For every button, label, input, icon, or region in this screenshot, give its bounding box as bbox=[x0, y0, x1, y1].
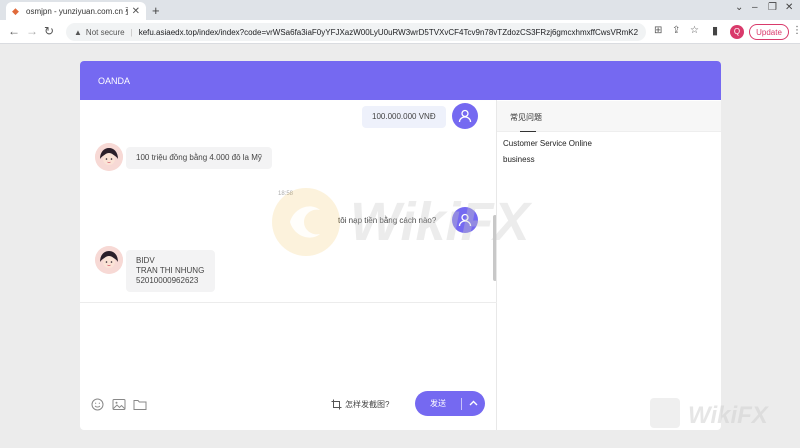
emoji-icon[interactable] bbox=[91, 398, 104, 416]
minimize-icon[interactable]: – bbox=[752, 2, 758, 13]
message-text: 100.000.000 VNĐ bbox=[372, 112, 436, 121]
chevron-down-icon[interactable]: ⌄ bbox=[735, 2, 743, 13]
screenshot-help-link[interactable]: 怎样发截图? bbox=[331, 399, 389, 410]
message-bubble-agent: 100 triệu đồng bằng 4.000 đô la Mỹ bbox=[126, 147, 272, 169]
panel-divider bbox=[496, 100, 497, 430]
message-input[interactable] bbox=[84, 306, 488, 386]
message-bubble-agent: BIDV TRAN THI NHUNG 52010000962623 bbox=[126, 250, 215, 292]
message-line: 52010000962623 bbox=[136, 276, 199, 285]
agent-face-icon bbox=[95, 143, 123, 171]
back-arrow-icon[interactable]: ← bbox=[8, 24, 20, 38]
faq-tab-underline bbox=[520, 131, 536, 132]
forward-arrow-icon[interactable]: → bbox=[26, 24, 38, 38]
browser-tab-strip: ◆ osmjpn - yunziyuan.com.cn 要影 ✕ + ⌄ – ❐… bbox=[0, 0, 800, 20]
close-tab-icon[interactable]: ✕ bbox=[132, 6, 140, 17]
address-bar[interactable]: ▲ Not secure | kefu.asiaedx.top/index/in… bbox=[66, 23, 646, 41]
send-label: 发送 bbox=[430, 399, 446, 408]
bookmark-star-icon[interactable]: ☆ bbox=[690, 25, 699, 36]
message-bubble-user: tôi nạp tiền bằng cách nào? bbox=[328, 210, 447, 232]
update-button[interactable]: Update bbox=[749, 24, 789, 40]
folder-icon[interactable] bbox=[133, 398, 147, 416]
message-line: TRAN THI NHUNG bbox=[136, 266, 205, 275]
input-divider bbox=[80, 302, 497, 303]
menu-kebab-icon[interactable]: ⋮ bbox=[792, 25, 800, 36]
tab-faq[interactable]: 常见问题 bbox=[510, 112, 542, 123]
message-timestamp: 18:58 bbox=[278, 191, 294, 197]
user-avatar bbox=[452, 207, 478, 233]
translate-icon[interactable]: ⊞ bbox=[654, 25, 662, 36]
agent-avatar bbox=[95, 246, 123, 274]
agent-face-icon bbox=[95, 246, 123, 274]
site-favicon-icon: ◆ bbox=[12, 6, 19, 16]
message-line: BIDV bbox=[136, 256, 155, 265]
crop-icon bbox=[331, 399, 342, 410]
chevron-up-icon[interactable] bbox=[462, 399, 485, 408]
address-divider: | bbox=[130, 27, 133, 37]
restore-icon[interactable]: ❐ bbox=[768, 2, 777, 13]
message-bubble-user: 100.000.000 VNĐ bbox=[362, 106, 446, 128]
message-text: 100 triệu đồng bằng 4.000 đô la Mỹ bbox=[136, 153, 262, 162]
user-avatar bbox=[452, 103, 478, 129]
security-label: Not secure bbox=[85, 27, 125, 37]
message-text: tôi nạp tiền bằng cách nào? bbox=[338, 216, 437, 225]
user-icon bbox=[458, 109, 472, 123]
screenshot-hint-text: 怎样发截图? bbox=[345, 400, 390, 409]
new-tab-icon[interactable]: + bbox=[152, 3, 160, 18]
agent-avatar bbox=[95, 143, 123, 171]
user-icon bbox=[458, 213, 472, 227]
image-icon[interactable] bbox=[112, 398, 126, 416]
chat-header-title: OANDA bbox=[98, 75, 131, 86]
tab-title: osmjpn - yunziyuan.com.cn 要影 bbox=[26, 6, 128, 16]
close-window-icon[interactable]: ✕ bbox=[785, 2, 793, 13]
profile-avatar[interactable]: Q bbox=[730, 25, 744, 39]
faq-item[interactable]: Customer Service Online bbox=[503, 139, 592, 148]
browser-tab[interactable]: ◆ osmjpn - yunziyuan.com.cn 要影 ✕ bbox=[6, 2, 146, 20]
url-text: kefu.asiaedx.top/index/index?code=vrWSa6… bbox=[138, 27, 638, 37]
send-button[interactable]: 发送 bbox=[415, 391, 485, 416]
faq-item[interactable]: business bbox=[503, 155, 535, 164]
chat-header: OANDA bbox=[80, 61, 721, 100]
side-panel-icon[interactable]: ▮ bbox=[712, 24, 718, 37]
warning-icon: ▲ bbox=[74, 27, 82, 37]
reload-icon[interactable]: ↻ bbox=[44, 24, 54, 38]
browser-toolbar: ← → ↻ ▲ Not secure | kefu.asiaedx.top/in… bbox=[0, 20, 800, 44]
share-icon[interactable]: ⇪ bbox=[672, 25, 680, 36]
